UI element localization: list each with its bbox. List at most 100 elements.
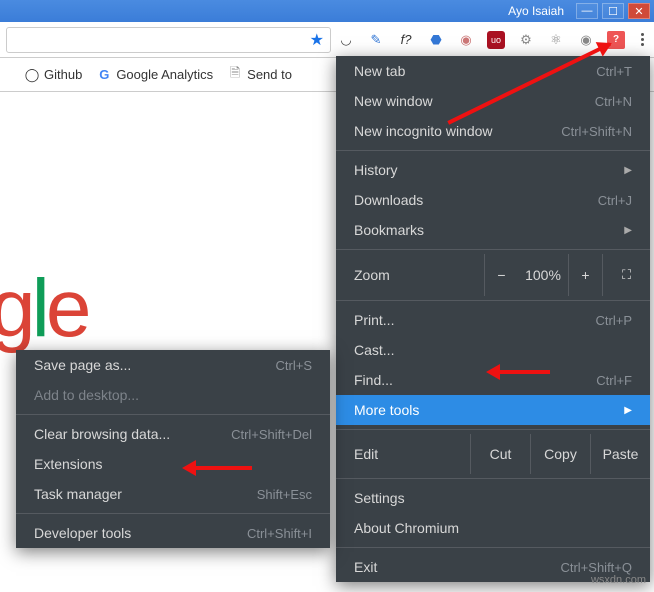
menu-label: Add to desktop...	[34, 387, 139, 403]
main-menu: New tab Ctrl+T New window Ctrl+N New incog…	[336, 56, 650, 582]
menu-label: New tab	[354, 63, 405, 79]
zoom-in-button[interactable]: +	[568, 254, 602, 296]
chevron-right-icon: ▶	[624, 165, 632, 176]
submenu-task-manager[interactable]: Task manager Shift+Esc	[16, 479, 330, 509]
menu-incognito[interactable]: New incognito window Ctrl+Shift+N	[336, 116, 650, 146]
menu-label: Exit	[354, 559, 377, 575]
menu-separator	[336, 478, 650, 479]
shortcut: Ctrl+J	[598, 193, 632, 208]
menu-label: Find...	[354, 372, 393, 388]
shortcut: Ctrl+Shift+Del	[231, 427, 312, 442]
fullscreen-button[interactable]: ⛶	[602, 254, 650, 296]
shortcut: Ctrl+Shift+Q	[560, 560, 632, 575]
eye-icon[interactable]: ◉	[577, 31, 595, 49]
user-name: Ayo Isaiah	[508, 4, 564, 18]
menu-label: History	[354, 162, 398, 178]
menu-label: Edit	[336, 434, 470, 474]
menu-edit: Edit Cut Copy Paste	[336, 434, 650, 474]
menu-label: New incognito window	[354, 123, 493, 139]
pocket-icon[interactable]: ◡	[337, 31, 355, 49]
submenu-clear-data[interactable]: Clear browsing data... Ctrl+Shift+Del	[16, 419, 330, 449]
whatfont-icon[interactable]: f?	[397, 31, 415, 49]
chevron-right-icon: ▶	[624, 405, 632, 416]
bookmark-github[interactable]: ◯ Github	[24, 67, 82, 83]
maximize-button[interactable]: ☐	[602, 3, 624, 19]
google-logo: gle	[0, 262, 87, 356]
menu-new-tab[interactable]: New tab Ctrl+T	[336, 56, 650, 86]
cut-button[interactable]: Cut	[470, 434, 530, 474]
menu-history[interactable]: History ▶	[336, 155, 650, 185]
shield-icon[interactable]: ⬣	[427, 31, 445, 49]
eyedropper-icon[interactable]: ✎	[367, 31, 385, 49]
extension-icon[interactable]: ◉	[457, 31, 475, 49]
shortcut: Shift+Esc	[257, 487, 312, 502]
extension-icon-2[interactable]: ⚙	[517, 31, 535, 49]
shortcut: Ctrl+Shift+I	[247, 526, 312, 541]
shortcut: Ctrl+S	[276, 358, 312, 373]
bookmark-star-icon[interactable]: ★	[310, 30, 324, 50]
minimize-button[interactable]: —	[576, 3, 598, 19]
toolbar: ★ ◡ ✎ f? ⬣ ◉ uo ⚙ ⚛ ◉ ?	[0, 22, 654, 58]
menu-separator	[16, 513, 330, 514]
zoom-out-button[interactable]: −	[484, 254, 518, 296]
menu-about[interactable]: About Chromium	[336, 513, 650, 543]
close-button[interactable]: ✕	[628, 3, 650, 19]
menu-separator	[336, 429, 650, 430]
menu-label: Settings	[354, 490, 405, 506]
menu-separator	[336, 150, 650, 151]
menu-label: Bookmarks	[354, 222, 424, 238]
page-icon: 🗎	[227, 67, 243, 83]
google-icon: G	[96, 67, 112, 83]
menu-label: Clear browsing data...	[34, 426, 170, 442]
menu-label: Cast...	[354, 342, 394, 358]
shortcut: Ctrl+F	[596, 373, 632, 388]
bookmark-label: Github	[44, 67, 82, 82]
menu-separator	[336, 300, 650, 301]
menu-separator	[16, 414, 330, 415]
zoom-value: 100%	[518, 267, 568, 283]
menu-cast[interactable]: Cast...	[336, 335, 650, 365]
menu-label: Save page as...	[34, 357, 131, 373]
bookmark-sendto[interactable]: 🗎 Send to	[227, 67, 292, 83]
menu-label: Developer tools	[34, 525, 131, 541]
menu-print[interactable]: Print... Ctrl+P	[336, 305, 650, 335]
menu-label: Downloads	[354, 192, 423, 208]
menu-label: More tools	[354, 402, 419, 418]
annotation-arrow	[196, 466, 252, 470]
menu-more-tools[interactable]: More tools ▶	[336, 395, 650, 425]
menu-label: Print...	[354, 312, 394, 328]
bookmark-label: Google Analytics	[116, 67, 213, 82]
menu-separator	[336, 547, 650, 548]
menu-label: Zoom	[336, 267, 484, 283]
window-title-bar: Ayo Isaiah — ☐ ✕	[0, 0, 654, 22]
shortcut: Ctrl+N	[595, 94, 632, 109]
annotation-arrow	[500, 370, 550, 374]
bookmark-label: Send to	[247, 67, 292, 82]
github-icon: ◯	[24, 67, 40, 83]
menu-settings[interactable]: Settings	[336, 483, 650, 513]
menu-bookmarks[interactable]: Bookmarks ▶	[336, 215, 650, 245]
paste-button[interactable]: Paste	[590, 434, 650, 474]
menu-label: New window	[354, 93, 433, 109]
address-bar[interactable]: ★	[6, 27, 331, 53]
submenu-extensions[interactable]: Extensions	[16, 449, 330, 479]
bookmark-analytics[interactable]: G Google Analytics	[96, 67, 213, 83]
watermark: wsxdn.com	[591, 574, 646, 586]
menu-label: About Chromium	[354, 520, 459, 536]
chevron-right-icon: ▶	[624, 225, 632, 236]
copy-button[interactable]: Copy	[530, 434, 590, 474]
main-menu-button[interactable]	[637, 29, 648, 50]
react-icon[interactable]: ⚛	[547, 31, 565, 49]
shortcut: Ctrl+Shift+N	[561, 124, 632, 139]
menu-zoom: Zoom − 100% + ⛶	[336, 254, 650, 296]
shortcut: Ctrl+T	[596, 64, 632, 79]
shortcut: Ctrl+P	[596, 313, 632, 328]
menu-label: Extensions	[34, 456, 102, 472]
menu-separator	[336, 249, 650, 250]
submenu-add-desktop[interactable]: Add to desktop...	[16, 380, 330, 410]
submenu-dev-tools[interactable]: Developer tools Ctrl+Shift+I	[16, 518, 330, 548]
menu-label: Task manager	[34, 486, 122, 502]
ublock-icon[interactable]: uo	[487, 31, 505, 49]
submenu-save-page[interactable]: Save page as... Ctrl+S	[16, 350, 330, 380]
menu-downloads[interactable]: Downloads Ctrl+J	[336, 185, 650, 215]
